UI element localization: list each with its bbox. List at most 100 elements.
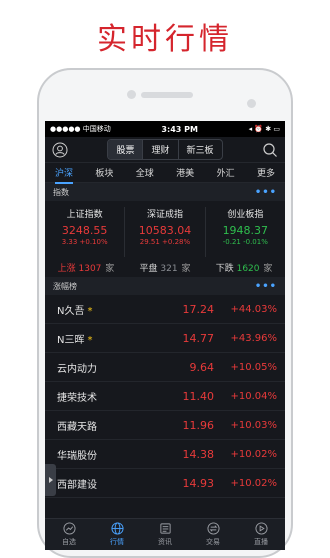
tab-quotes[interactable]: 行情 xyxy=(93,519,141,550)
stock-price: 11.96 xyxy=(182,418,215,432)
list-item[interactable]: 捷荣技术 11.40 +10.04% xyxy=(45,382,285,411)
gainers-list: N久吾 * 17.24 +44.03% N三晖 * 14.77 +43.96% 云内… xyxy=(45,295,285,498)
status-time: 3:43 PM xyxy=(161,124,198,134)
stock-change-pct: +10.03% xyxy=(230,419,277,431)
breadth-down-count: 1620 xyxy=(236,263,260,274)
stock-name: 西部建设 xyxy=(57,479,97,491)
tab-label: 自选 xyxy=(62,538,76,546)
stock-price: 14.38 xyxy=(182,447,215,461)
index-card-shenzhen[interactable]: 深证成指 10583.04 29.51 +0.28% xyxy=(125,207,206,257)
stock-price: 14.93 xyxy=(182,476,215,490)
user-icon[interactable] xyxy=(52,142,68,158)
index-section-title: 指数 xyxy=(53,187,69,197)
index-name: 上证指数 xyxy=(66,210,103,220)
stock-name: 捷荣技术 xyxy=(57,392,97,404)
new-listing-star: * xyxy=(87,305,93,317)
stock-change-pct: +10.02% xyxy=(230,477,277,489)
stock-price: 14.77 xyxy=(182,331,215,345)
new-listing-star: * xyxy=(87,334,93,346)
breadth-flat: 平盘 321 家 xyxy=(140,261,191,274)
chevron-right-icon xyxy=(48,477,53,483)
globe-icon xyxy=(110,522,124,535)
tab-hushen[interactable]: 沪深 xyxy=(55,166,74,184)
search-icon[interactable] xyxy=(262,142,278,158)
list-item[interactable]: 云内动力 9.64 +10.05% xyxy=(45,353,285,382)
list-item[interactable]: N三晖 * 14.77 +43.96% xyxy=(45,324,285,353)
more-dots-icon[interactable]: ••• xyxy=(255,281,277,292)
stock-change-pct: +10.02% xyxy=(230,448,277,460)
bottom-tab-bar: 自选 行情 资讯 交易 直播 xyxy=(45,518,285,550)
tab-news[interactable]: 资讯 xyxy=(141,519,189,550)
index-change: 29.51 +0.28% xyxy=(139,238,191,246)
index-price: 1948.37 xyxy=(222,224,269,237)
list-item[interactable]: N久吾 * 17.24 +44.03% xyxy=(45,295,285,324)
tab-label: 行情 xyxy=(110,538,124,546)
tab-label: 资讯 xyxy=(158,538,172,546)
more-dots-icon[interactable]: ••• xyxy=(255,187,277,198)
carrier-label: ●●●●● 中国移动 xyxy=(50,125,111,133)
tab-label: 直播 xyxy=(254,538,268,546)
breadth-up-label: 上涨 xyxy=(57,263,76,274)
tab-sectors[interactable]: 板块 xyxy=(95,166,113,179)
stock-name-cell: N久吾 * xyxy=(57,302,152,317)
market-breadth: 上涨 1307 家 平盘 321 家 下跌 1620 家 xyxy=(45,257,285,277)
stock-change-pct: +10.05% xyxy=(230,361,277,373)
stock-change-pct: +10.04% xyxy=(230,390,277,402)
index-card-chinext[interactable]: 创业板指 1948.37 -0.21 -0.01% xyxy=(206,207,285,257)
tab-watchlist[interactable]: 自选 xyxy=(45,519,93,550)
index-name: 深证成指 xyxy=(146,210,183,220)
status-bar: ●●●●● 中国移动 3:43 PM ◂ ⏰ ✱ ▭ xyxy=(45,121,285,137)
status-icons: ◂ ⏰ ✱ ▭ xyxy=(248,125,280,133)
segment-neeq[interactable]: 新三板 xyxy=(179,140,222,159)
asset-type-segment: 股票 理财 新三板 xyxy=(107,139,223,160)
tab-live[interactable]: 直播 xyxy=(237,519,285,550)
stock-price: 11.40 xyxy=(182,389,215,403)
breadth-up: 上涨 1307 家 xyxy=(58,261,115,274)
earpiece-speaker xyxy=(141,92,193,98)
breadth-up-count: 1307 xyxy=(78,263,102,274)
watchlist-chart-icon xyxy=(62,522,76,535)
index-change: 3.33 +0.10% xyxy=(61,238,108,246)
breadth-flat-label: 平盘 xyxy=(139,263,158,274)
news-icon xyxy=(159,523,171,534)
stock-name-cell: N三晖 * xyxy=(57,331,152,346)
index-name: 创业板指 xyxy=(227,210,264,220)
index-change: -0.21 -0.01% xyxy=(222,238,268,246)
side-drawer-handle[interactable] xyxy=(45,464,56,496)
gainers-section-title: 涨幅榜 xyxy=(53,281,77,291)
stock-name: 云内动力 xyxy=(57,363,97,375)
market-tabs: 沪深 板块 全球 港美 外汇 更多 xyxy=(45,163,285,184)
trade-arrows-icon xyxy=(206,522,220,535)
breadth-flat-count: 321 xyxy=(160,263,178,274)
index-price: 10583.04 xyxy=(138,224,192,237)
breadth-down: 下跌 1620 家 xyxy=(216,261,273,274)
list-item[interactable]: R 西部建设 14.93 +10.02% xyxy=(45,469,285,498)
tab-global[interactable]: 全球 xyxy=(136,166,154,179)
index-card-shanghai[interactable]: 上证指数 3248.55 3.33 +0.10% xyxy=(45,207,126,257)
front-camera xyxy=(127,90,136,99)
tab-forex[interactable]: 外汇 xyxy=(217,166,235,179)
index-section-header: 指数 ••• xyxy=(45,183,285,201)
segment-stocks[interactable]: 股票 xyxy=(108,140,144,159)
proximity-sensor xyxy=(247,99,256,108)
stock-change-pct: +43.96% xyxy=(230,332,277,344)
tab-label: 交易 xyxy=(206,538,220,546)
breadth-down-label: 下跌 xyxy=(215,263,234,274)
stock-name: N三晖 xyxy=(57,334,85,346)
index-price: 3248.55 xyxy=(61,224,108,237)
tab-hk-us[interactable]: 港美 xyxy=(176,166,194,179)
top-nav: 股票 理财 新三板 xyxy=(45,137,285,163)
list-item[interactable]: 西藏天路 11.96 +10.03% xyxy=(45,411,285,440)
stock-price: 9.64 xyxy=(189,360,215,374)
stock-name: 华瑞股份 xyxy=(57,450,97,462)
stock-name: 西藏天路 xyxy=(57,421,97,433)
stock-name: N久吾 xyxy=(57,305,85,317)
list-item[interactable]: 华瑞股份 14.38 +10.02% xyxy=(45,440,285,469)
app-screen: ●●●●● 中国移动 3:43 PM ◂ ⏰ ✱ ▭ 股票 理财 新三板 沪深 … xyxy=(45,121,285,550)
promo-title: 实时行情 xyxy=(97,22,233,57)
breadth-unit: 家 xyxy=(263,263,273,274)
tab-trade[interactable]: 交易 xyxy=(189,519,237,550)
breadth-unit: 家 xyxy=(105,263,115,274)
tab-more[interactable]: 更多 xyxy=(257,166,275,179)
segment-wealth[interactable]: 理财 xyxy=(143,140,179,159)
